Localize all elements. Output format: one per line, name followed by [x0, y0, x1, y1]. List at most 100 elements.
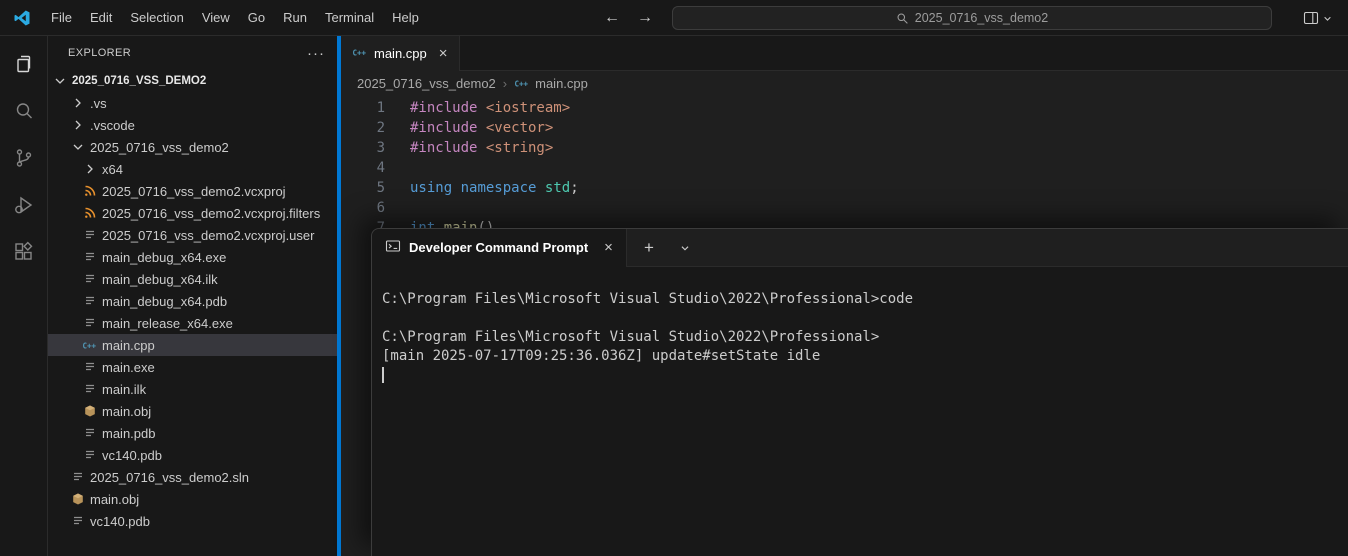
code-area[interactable]: 1 #include <iostream> 2 #include <vector> 3 #…	[341, 95, 1348, 238]
search-value: 2025_0716_vss_demo2	[914, 11, 1049, 25]
code-line: 6	[341, 198, 1348, 218]
file-icon	[82, 271, 98, 287]
source-control-icon[interactable]	[0, 134, 48, 181]
obj-icon	[82, 403, 98, 419]
menu-bar: File Edit Selection View Go Run Terminal Help	[42, 0, 428, 35]
menu-item-file[interactable]: File	[42, 0, 81, 35]
breadcrumb-item[interactable]: 2025_0716_vss_demo2	[357, 76, 496, 91]
tree-item-label: main.exe	[102, 359, 155, 375]
tree-item-label: vc140.pdb	[102, 447, 162, 463]
tree-item-label: 2025_0716_vss_demo2.vcxproj	[102, 183, 286, 199]
history-navigation: ← →	[604, 0, 653, 36]
file-icon	[70, 513, 86, 529]
tree-item[interactable]: main.ilk	[48, 378, 341, 400]
tree-item[interactable]: vc140.pdb	[48, 510, 341, 532]
tree-item[interactable]: main.obj	[48, 488, 341, 510]
svg-text:C++: C++	[83, 342, 97, 351]
menu-item-view[interactable]: View	[193, 0, 239, 35]
explorer-title: EXPLORER	[68, 47, 132, 59]
tree-item[interactable]: 2025_0716_vss_demo2.sln	[48, 466, 341, 488]
tree-item-label: main.pdb	[102, 425, 156, 441]
run-debug-icon[interactable]	[0, 181, 48, 228]
terminal-line: C:\Program Files\Microsoft Visual Studio…	[382, 291, 914, 307]
more-actions-button[interactable]: ···	[307, 45, 325, 62]
file-icon	[82, 447, 98, 463]
file-icon	[82, 293, 98, 309]
tree-item[interactable]: .vscode	[48, 114, 341, 136]
menu-item-help[interactable]: Help	[383, 0, 428, 35]
terminal-panel: Developer Command Prompt × + C:\Program …	[371, 228, 1348, 556]
tree-item-label: 2025_0716_vss_demo2.sln	[90, 469, 250, 485]
menu-item-go[interactable]: Go	[239, 0, 274, 35]
tree-item[interactable]: 2025_0716_vss_demo2.vcxproj	[48, 180, 341, 202]
sidebar-sash[interactable]	[337, 36, 341, 556]
breadcrumb-item[interactable]: C++ main.cpp	[514, 75, 588, 91]
menu-item-run[interactable]: Run	[274, 0, 316, 35]
back-button[interactable]: ←	[604, 9, 620, 27]
svg-text:C++: C++	[353, 49, 367, 58]
tree-item-label: main.ilk	[102, 381, 147, 397]
menu-item-edit[interactable]: Edit	[81, 0, 121, 35]
tree-item[interactable]: main.exe	[48, 356, 341, 378]
rss-icon	[82, 183, 98, 199]
layout-controls	[1303, 0, 1334, 36]
breadcrumb-label: 2025_0716_vss_demo2	[357, 75, 496, 91]
tree-item-label: main_debug_x64.pdb	[102, 293, 228, 309]
tree-item[interactable]: main_release_x64.exe	[48, 312, 341, 334]
tree-item[interactable]: vc140.pdb	[48, 444, 341, 466]
forward-button[interactable]: →	[637, 9, 653, 27]
terminal-tab-bar: Developer Command Prompt × +	[372, 228, 1348, 267]
tree-item[interactable]: 2025_0716_vss_demo2	[48, 136, 341, 158]
chevron-right-icon	[70, 95, 86, 111]
tree-item-label: main_debug_x64.ilk	[102, 271, 218, 287]
tree-item[interactable]: C++ main.cpp	[48, 334, 341, 356]
terminal-output[interactable]: C:\Program Files\Microsoft Visual Studio…	[372, 267, 1348, 386]
obj-icon	[70, 491, 86, 507]
tree-item-label: main_release_x64.exe	[102, 315, 233, 331]
terminal-dropdown-button[interactable]	[671, 234, 699, 262]
tree-item[interactable]: main_debug_x64.exe	[48, 246, 341, 268]
file-icon	[82, 359, 98, 375]
new-terminal-button[interactable]: +	[635, 234, 663, 262]
tab-developer-command-prompt[interactable]: Developer Command Prompt ×	[372, 228, 627, 267]
chevron-down-icon[interactable]	[1321, 12, 1334, 25]
tree-item[interactable]: x64	[48, 158, 341, 180]
tree-item[interactable]: main_debug_x64.pdb	[48, 290, 341, 312]
explorer-sidebar: EXPLORER ··· 2025_0716_VSS_DEMO2 .vs .vsc…	[48, 36, 341, 556]
chevron-down-icon	[70, 139, 86, 155]
extensions-icon[interactable]	[0, 228, 48, 275]
code-text: #include <string>	[410, 140, 554, 156]
rss-icon	[82, 205, 98, 221]
chevron-right-icon	[70, 117, 86, 133]
code-text: using namespace std;	[410, 180, 579, 196]
breadcrumb-label: main.cpp	[535, 75, 588, 91]
tree-root-folder[interactable]: 2025_0716_VSS_DEMO2	[48, 70, 341, 92]
file-icon	[82, 315, 98, 331]
line-number: 4	[376, 160, 385, 176]
line-number: 6	[376, 200, 385, 216]
close-icon[interactable]: ×	[604, 239, 613, 256]
chevron-down-icon	[52, 73, 68, 89]
explorer-icon[interactable]	[0, 40, 48, 87]
layout-toggle-icon[interactable]	[1303, 10, 1319, 26]
tree-item-label: 2025_0716_vss_demo2.vcxproj.filters	[102, 205, 321, 221]
tree-item-label: 2025_0716_vss_demo2	[90, 139, 229, 155]
tab-main-cpp[interactable]: C++ main.cpp ×	[341, 36, 460, 71]
tree-item[interactable]: main_debug_x64.ilk	[48, 268, 341, 290]
search-icon[interactable]	[0, 87, 48, 134]
tree-item[interactable]: main.pdb	[48, 422, 341, 444]
tree-item[interactable]: .vs	[48, 92, 341, 114]
menu-item-selection[interactable]: Selection	[121, 0, 192, 35]
menu-item-terminal[interactable]: Terminal	[316, 0, 383, 35]
tree-item[interactable]: 2025_0716_vss_demo2.vcxproj.filters	[48, 202, 341, 224]
tree-item[interactable]: main.obj	[48, 400, 341, 422]
command-center-search[interactable]: 2025_0716_vss_demo2	[672, 6, 1272, 30]
tree-item[interactable]: 2025_0716_vss_demo2.vcxproj.user	[48, 224, 341, 246]
cpp-icon: C++	[82, 337, 98, 353]
close-icon[interactable]: ×	[439, 45, 448, 62]
code-line: 4	[341, 158, 1348, 178]
vscode-logo-icon	[12, 8, 34, 28]
search-icon	[896, 12, 909, 25]
terminal-cursor	[382, 367, 384, 383]
